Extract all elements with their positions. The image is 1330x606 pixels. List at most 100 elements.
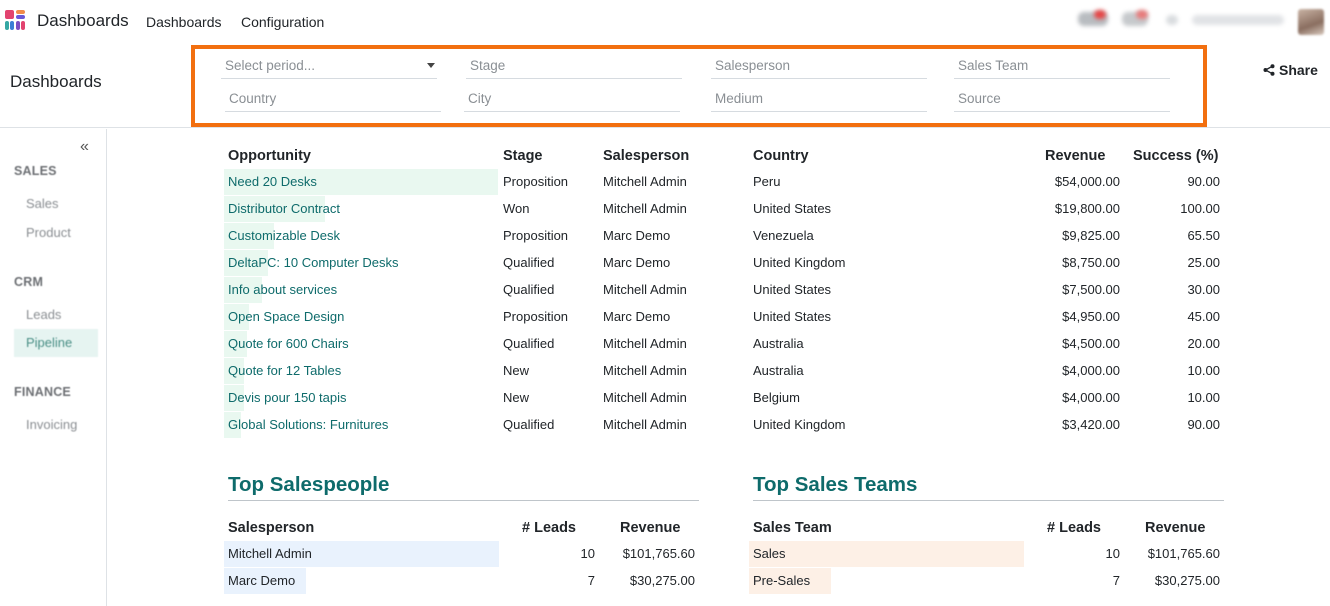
sidebar-item-invoicing[interactable]: Invoicing	[14, 411, 98, 439]
col-header-revenue: Revenue	[1045, 148, 1106, 164]
sales-team-name[interactable]: Sales	[753, 546, 786, 561]
revenue-cell: $30,275.00	[1154, 573, 1220, 588]
opportunity-link[interactable]: DeltaPC: 10 Computer Desks	[228, 255, 399, 270]
salesperson-cell: Mitchell Admin	[603, 174, 687, 189]
top-salespeople-title: Top Salespeople	[228, 473, 390, 496]
sidebar-heading-crm: CRM	[14, 275, 44, 289]
success-cell: 65.50	[1187, 228, 1220, 243]
sidebar-item-pipeline[interactable]: Pipeline	[14, 329, 98, 357]
col-header-country: Country	[753, 148, 809, 164]
source-field[interactable]: Source	[954, 90, 1170, 112]
success-cell: 45.00	[1187, 309, 1220, 324]
revenue-cell: $7,500.00	[1062, 282, 1120, 297]
success-cell: 25.00	[1187, 255, 1220, 270]
opportunity-link[interactable]: Customizable Desk	[228, 228, 340, 243]
app-name[interactable]: Dashboards	[37, 11, 129, 31]
opportunity-link[interactable]: Need 20 Desks	[228, 174, 317, 189]
opportunity-link[interactable]: Quote for 12 Tables	[228, 363, 341, 378]
revenue-cell: $3,420.00	[1062, 417, 1120, 432]
sp-col-header-salesperson: Salesperson	[228, 520, 315, 536]
salesperson-cell: Marc Demo	[603, 309, 671, 324]
company-name[interactable]	[1192, 15, 1284, 25]
salesperson-cell: Marc Demo	[603, 255, 671, 270]
success-cell: 90.00	[1187, 174, 1220, 189]
salesperson-name[interactable]: Mitchell Admin	[228, 546, 312, 561]
control-panel: Dashboards Select period... Stage Salesp…	[0, 44, 1330, 128]
revenue-cell: $19,800.00	[1054, 201, 1120, 216]
country-cell: Peru	[753, 174, 781, 189]
success-cell: 100.00	[1180, 201, 1220, 216]
sidebar-item-product[interactable]: Product	[14, 219, 98, 247]
messages-badge	[1136, 10, 1148, 19]
team-col-header-revenue: Revenue	[1145, 520, 1206, 536]
country-cell: Venezuela	[753, 228, 814, 243]
revenue-cell: $101,765.60	[1147, 546, 1220, 561]
stage-cell: New	[503, 390, 530, 405]
success-cell: 20.00	[1187, 336, 1220, 351]
period-select[interactable]: Select period...	[221, 57, 437, 79]
opportunity-link[interactable]: Devis pour 150 tapis	[228, 390, 347, 405]
opportunity-link[interactable]: Open Space Design	[228, 309, 344, 324]
col-header-success: Success (%)	[1133, 148, 1219, 164]
collapse-sidebar-icon[interactable]: «	[80, 138, 89, 156]
opportunity-link[interactable]: Distributor Contract	[228, 201, 340, 216]
salesperson-name[interactable]: Marc Demo	[228, 573, 295, 588]
top-sales-teams-title: Top Sales Teams	[753, 473, 918, 496]
col-header-opportunity: Opportunity	[228, 148, 311, 164]
period-select-label: Select period...	[225, 58, 316, 73]
systray	[1070, 6, 1330, 38]
team-col-header-team: Sales Team	[753, 520, 832, 536]
sidebar: « SALES Sales Product CRM Leads Pipeline…	[0, 129, 107, 606]
country-cell: United States	[753, 201, 832, 216]
stage-cell: Qualified	[503, 417, 555, 432]
company-switch-icon[interactable]	[1166, 15, 1178, 25]
menu-dashboards[interactable]: Dashboards	[146, 14, 222, 30]
revenue-cell: $101,765.60	[622, 546, 695, 561]
opportunity-link[interactable]: Quote for 600 Chairs	[228, 336, 349, 351]
stage-cell: Won	[503, 201, 530, 216]
country-cell: United States	[753, 282, 832, 297]
menu-configuration[interactable]: Configuration	[241, 14, 324, 30]
stage-cell: New	[503, 363, 530, 378]
sales-team-field[interactable]: Sales Team	[954, 57, 1170, 79]
team-col-header-leads: # Leads	[1047, 520, 1101, 536]
leads-count: 7	[1112, 573, 1120, 588]
top-navbar: Dashboards Dashboards Configuration	[0, 0, 1330, 44]
stage-cell: Proposition	[503, 228, 569, 243]
salesperson-cell: Mitchell Admin	[603, 282, 687, 297]
stage-field[interactable]: Stage	[466, 57, 682, 79]
stage-cell: Proposition	[503, 174, 569, 189]
country-cell: United States	[753, 309, 832, 324]
country-cell: Australia	[753, 336, 804, 351]
user-avatar[interactable]	[1298, 9, 1324, 35]
revenue-cell: $4,000.00	[1062, 390, 1120, 405]
page-title: Dashboards	[10, 72, 102, 91]
section-divider	[228, 500, 699, 501]
sidebar-item-leads[interactable]: Leads	[14, 301, 98, 329]
sidebar-item-sales[interactable]: Sales	[14, 190, 98, 218]
sidebar-heading-finance: FINANCE	[14, 385, 71, 399]
success-cell: 30.00	[1187, 282, 1220, 297]
revenue-cell: $4,950.00	[1062, 309, 1120, 324]
sales-team-name[interactable]: Pre-Sales	[753, 573, 810, 588]
leads-count: 10	[580, 546, 595, 561]
salesperson-cell: Mitchell Admin	[603, 336, 687, 351]
opportunity-link[interactable]: Global Solutions: Furnitures	[228, 417, 388, 432]
share-button[interactable]: Share	[1263, 62, 1318, 78]
salesperson-cell: Marc Demo	[603, 228, 671, 243]
revenue-share-bar	[749, 541, 1024, 567]
country-field[interactable]: Country	[225, 90, 441, 112]
sidebar-heading-sales: SALES	[14, 164, 57, 178]
country-cell: Belgium	[753, 390, 800, 405]
revenue-cell: $54,000.00	[1054, 174, 1120, 189]
app-logo-icon[interactable]	[5, 10, 27, 32]
success-cell: 10.00	[1187, 363, 1220, 378]
sp-col-header-leads: # Leads	[522, 520, 576, 536]
salesperson-field[interactable]: Salesperson	[711, 57, 927, 79]
salesperson-cell: Mitchell Admin	[603, 417, 687, 432]
share-label: Share	[1279, 62, 1318, 78]
activity-badge	[1094, 10, 1106, 19]
opportunity-link[interactable]: Info about services	[228, 282, 337, 297]
medium-field[interactable]: Medium	[711, 90, 927, 112]
city-field[interactable]: City	[464, 90, 680, 112]
